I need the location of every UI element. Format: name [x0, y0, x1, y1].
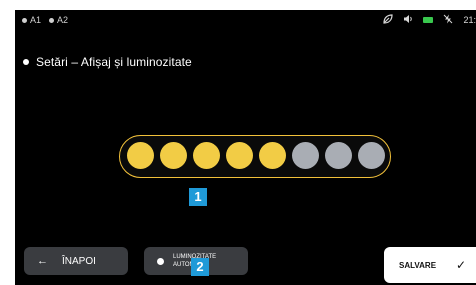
- battery-icon: [423, 17, 434, 23]
- brightness-level-dots: [127, 142, 385, 169]
- brightness-level-dot[interactable]: [127, 142, 154, 169]
- status-item-a2: A2: [49, 15, 68, 25]
- status-right: 21:: [383, 14, 476, 26]
- check-icon: ✓: [456, 258, 467, 272]
- leaf-icon: [383, 14, 394, 26]
- step-badge-2: 2: [191, 258, 209, 276]
- brightness-level-dot[interactable]: [226, 142, 253, 169]
- brightness-level-dot[interactable]: [292, 142, 319, 169]
- speaker-icon: [403, 14, 413, 26]
- status-left: A1 A2: [22, 15, 68, 25]
- status-label-a1: A1: [30, 15, 42, 25]
- brightness-slider[interactable]: [119, 135, 391, 178]
- save-button[interactable]: SALVARE ✓: [384, 247, 476, 283]
- back-button[interactable]: ← ÎNAPOI: [24, 247, 128, 275]
- status-time: 21:: [463, 15, 476, 25]
- brightness-level-dot[interactable]: [358, 142, 385, 169]
- brightness-level-dot[interactable]: [325, 142, 352, 169]
- status-label-a2: A2: [57, 15, 69, 25]
- title-row: Setări – Afișaj și luminozitate: [23, 55, 192, 69]
- save-button-label: SALVARE: [399, 260, 437, 270]
- back-button-label: ÎNAPOI: [62, 255, 96, 267]
- status-dot-icon: [49, 17, 55, 23]
- app-screen: A1 A2 21: Setări – Afișaj și luminozitat…: [15, 10, 476, 285]
- status-bar: A1 A2 21:: [15, 10, 476, 32]
- bolt-off-icon: [443, 14, 453, 26]
- arrow-left-icon: ←: [37, 255, 48, 267]
- brightness-level-dot[interactable]: [193, 142, 220, 169]
- brightness-level-dot[interactable]: [160, 142, 187, 169]
- status-item-a1: A1: [22, 15, 41, 25]
- step-badge-1: 1: [189, 188, 207, 206]
- page-title: Setări – Afișaj și luminozitate: [36, 55, 192, 69]
- bullet-icon: [23, 59, 29, 65]
- brightness-level-dot[interactable]: [259, 142, 286, 169]
- status-dot-icon: [22, 17, 27, 23]
- bullet-icon: [157, 257, 164, 265]
